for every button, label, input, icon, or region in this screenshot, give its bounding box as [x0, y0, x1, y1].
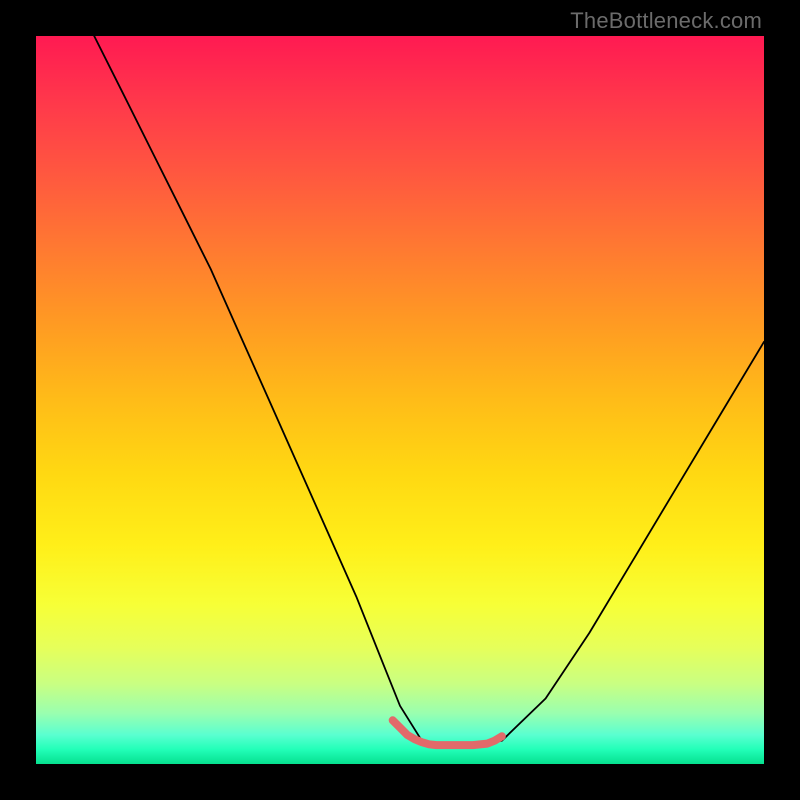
- plot-gradient-background: [36, 36, 764, 764]
- red-valley-highlight: [393, 720, 502, 745]
- chart-frame: TheBottleneck.com: [0, 0, 800, 800]
- black-curve: [94, 36, 764, 745]
- watermark-text: TheBottleneck.com: [570, 8, 762, 34]
- curve-layer: [36, 36, 764, 764]
